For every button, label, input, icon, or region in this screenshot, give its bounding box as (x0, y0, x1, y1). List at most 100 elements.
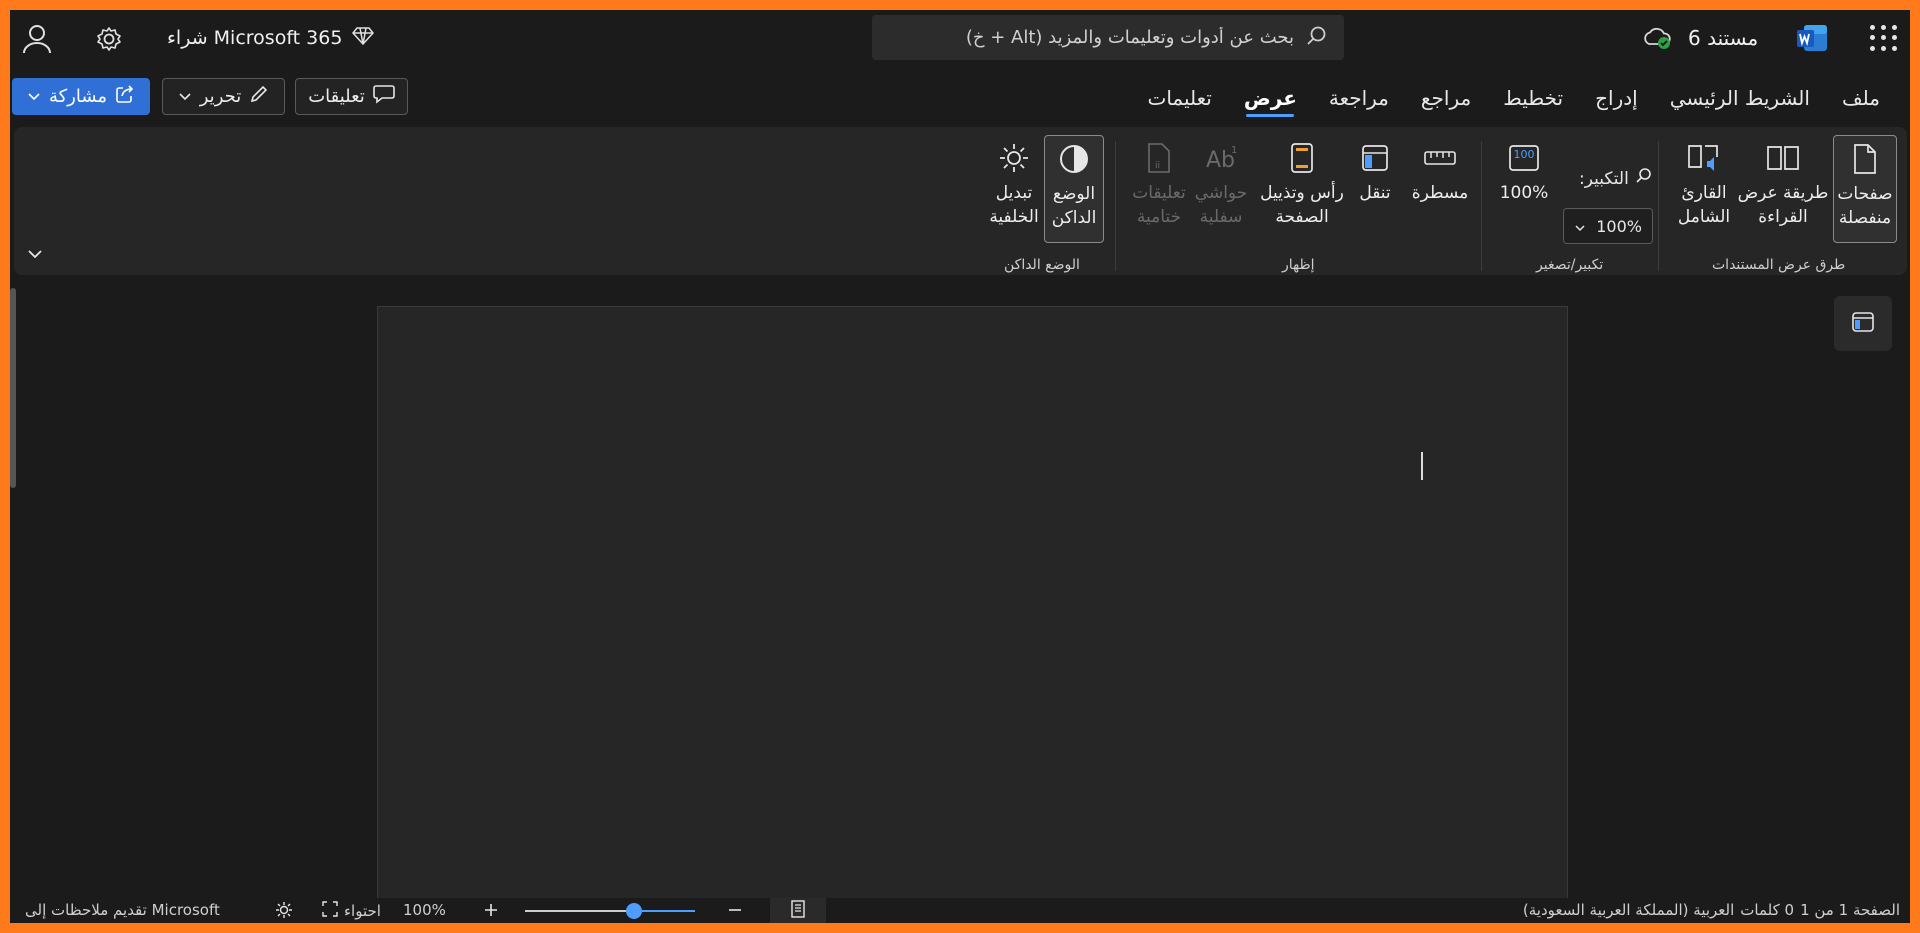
fit-button[interactable]: احتواء (322, 901, 381, 921)
status-bar: الصفحة 1 من 1 0 كلمات العربية (المملكة ا… (10, 898, 1910, 923)
search-input[interactable] (914, 27, 1294, 48)
status-left-group: الصفحة 1 من 1 0 كلمات العربية (المملكة ا… (1523, 901, 1900, 919)
chevron-down-icon (1574, 217, 1586, 236)
endnote-icon: ii (1142, 141, 1176, 175)
dark-mode-label: الوضع الداكن (1051, 184, 1097, 228)
separate-pages-button[interactable]: صفحات منفصلة (1833, 135, 1897, 243)
reading-view-label: طريقة عرض القراءة (1737, 183, 1829, 227)
ruler-button[interactable]: مسطرة (1404, 141, 1476, 205)
tab-home[interactable]: الشريط الرئيسي (1654, 76, 1826, 120)
immersive-reader-icon (1687, 141, 1721, 175)
navigation-label: تنقل (1359, 183, 1391, 203)
side-pane-button[interactable] (1834, 296, 1892, 351)
ruler-icon (1423, 141, 1457, 175)
text-cursor (1421, 452, 1423, 480)
show-group-label: إظهار (1282, 257, 1315, 273)
immersive-reader-label: القارئ الشامل (1677, 183, 1731, 227)
comments-button[interactable]: تعليقات (295, 78, 408, 115)
tab-insert[interactable]: إدراج (1579, 76, 1654, 120)
svg-text:1: 1 (1231, 145, 1237, 156)
word-window: مستند 6 شراء Microsoft 365 (10, 10, 1910, 923)
chevron-down-icon (27, 86, 41, 107)
ribbon-separator (1115, 141, 1116, 271)
waffle-icon[interactable] (1869, 24, 1897, 52)
zoom-slider-fill (633, 910, 695, 912)
edit-mode-button[interactable]: تحرير (162, 78, 285, 115)
fit-label: احتواء (344, 902, 381, 920)
header-footer-button[interactable]: رأس وتذييل الصفحة (1252, 141, 1352, 229)
dark-mode-button[interactable]: الوضع الداكن (1044, 135, 1104, 243)
share-button[interactable]: مشاركة (12, 78, 150, 115)
document-page[interactable] (377, 306, 1568, 906)
ribbon-separator (1658, 141, 1659, 271)
zoom-dropdown[interactable]: 100% (1563, 208, 1653, 244)
zoom-100-icon: 100 (1507, 141, 1541, 175)
cloud-check-icon[interactable] (1642, 25, 1672, 51)
collapse-ribbon-icon[interactable] (26, 245, 44, 264)
tab-view[interactable]: عرض (1228, 76, 1313, 120)
share-icon (115, 84, 135, 109)
zoom-100-label: 100% (1499, 183, 1549, 203)
switch-background-label: تبديل الخلفية (989, 183, 1039, 227)
tab-file[interactable]: ملف (1826, 76, 1896, 120)
book-icon (1766, 141, 1800, 175)
zoom-100-button[interactable]: 100 100% (1496, 141, 1552, 205)
tab-help[interactable]: تعليمات (1131, 76, 1227, 120)
word-icon (1796, 24, 1828, 52)
zoom-dropdown-value: 100% (1596, 216, 1642, 236)
endnotes-button[interactable]: ii تعليقات ختامية (1128, 141, 1190, 229)
reading-view-button[interactable]: طريقة عرض القراءة (1735, 141, 1831, 229)
zoom-label-text: التكبير: (1579, 168, 1629, 189)
magnifier-icon (1635, 167, 1653, 190)
zoom-in-icon[interactable] (482, 901, 500, 919)
immersive-reader-button[interactable]: القارئ الشامل (1669, 141, 1739, 229)
ribbon-separator (1481, 141, 1482, 271)
sun-icon (997, 141, 1031, 175)
word-count[interactable]: 0 كلمات (1740, 901, 1794, 919)
tab-references[interactable]: مراجع (1405, 76, 1487, 120)
document-name[interactable]: مستند 6 (1688, 24, 1758, 52)
view-ribbon: صفحات منفصلة طريقة عرض القراءة القارئ ال… (14, 127, 1907, 275)
pencil-icon (249, 84, 269, 109)
tab-layout[interactable]: تخطيط (1487, 76, 1579, 120)
endnotes-label: تعليقات ختامية (1132, 183, 1186, 227)
chevron-down-icon (178, 86, 192, 107)
zoom-group-label: تكبير/تصغير (1536, 257, 1604, 273)
status-zoom-value[interactable]: 100% (403, 901, 446, 919)
edit-label: تحرير (199, 86, 242, 107)
feedback-link[interactable]: تقديم ملاحظات إلى Microsoft (25, 901, 220, 919)
print-layout-button[interactable] (770, 898, 826, 923)
header-footer-label: رأس وتذييل الصفحة (1260, 183, 1344, 227)
print-layout-icon (790, 899, 806, 922)
svg-text:100: 100 (1514, 148, 1535, 161)
buy-microsoft365[interactable]: شراء Microsoft 365 (167, 24, 375, 52)
page-icon (1848, 142, 1882, 176)
navigation-pane-icon (1358, 141, 1392, 175)
title-bar: مستند 6 شراء Microsoft 365 (10, 10, 1910, 68)
footnotes-button[interactable]: Ab 1 حواشي سفلية (1190, 141, 1252, 229)
comment-icon (373, 84, 395, 109)
search-box[interactable] (872, 15, 1344, 60)
fit-icon (322, 901, 338, 921)
tab-review[interactable]: مراجعة (1313, 76, 1405, 120)
person-icon[interactable] (20, 22, 54, 56)
gear-icon[interactable] (94, 24, 124, 54)
zoom-out-icon[interactable] (726, 901, 744, 919)
ribbon-tabs: ملف الشريط الرئيسي إدراج تخطيط مراجع مرا… (1131, 76, 1896, 120)
side-pane-icon (1851, 310, 1875, 338)
page-count[interactable]: الصفحة 1 من 1 (1800, 901, 1900, 919)
language-status[interactable]: العربية (المملكة العربية السعودية) (1523, 901, 1734, 919)
navigation-button[interactable]: تنقل (1347, 141, 1403, 205)
switch-background-button[interactable]: تبديل الخلفية (984, 141, 1044, 229)
vertical-scrollbar[interactable] (10, 288, 16, 488)
search-icon (1306, 25, 1328, 51)
zoom-slider-thumb[interactable] (625, 903, 642, 919)
ruler-label: مسطرة (1411, 183, 1469, 203)
svg-text:ii: ii (1155, 161, 1160, 171)
dark-mode-group-label: الوضع الداكن (1004, 257, 1080, 273)
separate-pages-label: صفحات منفصلة (1837, 184, 1893, 228)
diamond-icon (352, 26, 375, 51)
zoom-label: التكبير: (1579, 167, 1653, 190)
comments-label: تعليقات (308, 86, 365, 107)
sun-icon[interactable] (275, 901, 293, 919)
